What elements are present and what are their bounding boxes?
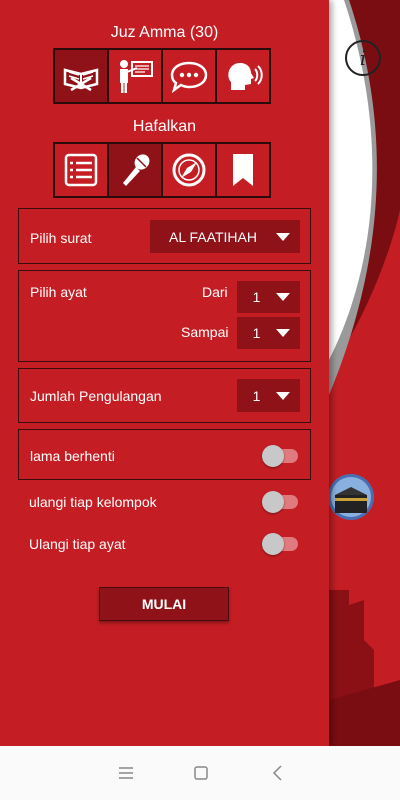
section-title-juz: Juz Amma (30) bbox=[110, 24, 219, 41]
toggle-thumb bbox=[262, 491, 284, 513]
teach-button[interactable] bbox=[107, 48, 163, 104]
chevron-down-icon bbox=[276, 329, 290, 337]
system-nav-bar bbox=[0, 746, 400, 800]
microphone-icon bbox=[123, 154, 150, 186]
settings-drawer: Juz Amma (30) Hafalkan Pilih surat AL FA… bbox=[0, 0, 329, 746]
verse-repeat-toggle[interactable] bbox=[262, 533, 300, 555]
from-ayat-value: 1 bbox=[252, 289, 261, 305]
ayat-label: Pilih ayat bbox=[30, 284, 87, 300]
group-repeat-toggle[interactable] bbox=[262, 491, 300, 513]
surah-value: AL FAATIHAH bbox=[169, 228, 257, 245]
speaking-head-icon bbox=[228, 63, 263, 90]
bookmark-icon bbox=[233, 154, 253, 186]
toggle-thumb bbox=[262, 533, 284, 555]
compass-icon bbox=[172, 153, 206, 187]
from-label: Dari bbox=[202, 284, 228, 300]
info-icon-glyph: i bbox=[359, 46, 367, 70]
repeat-value: 1 bbox=[252, 387, 261, 404]
surah-panel: Pilih surat AL FAATIHAH bbox=[18, 208, 311, 264]
chat-bubble-icon bbox=[170, 61, 208, 94]
teacher-board-icon bbox=[120, 60, 153, 93]
group-repeat-label: ulangi tiap kelompok bbox=[29, 494, 157, 510]
memorize-icon-row bbox=[53, 142, 271, 198]
pause-panel: lama berhenti bbox=[18, 429, 311, 480]
surah-dropdown[interactable]: AL FAATIHAH bbox=[150, 220, 300, 253]
chevron-down-icon bbox=[276, 293, 290, 301]
kaaba-logo-icon bbox=[328, 474, 374, 520]
pause-toggle[interactable] bbox=[262, 445, 300, 467]
read-quran-button[interactable] bbox=[53, 48, 109, 104]
repeat-label: Jumlah Pengulangan bbox=[30, 388, 162, 404]
section-title-memorize: Hafalkan bbox=[132, 118, 197, 135]
start-button[interactable]: MULAI bbox=[99, 587, 229, 621]
repeat-dropdown[interactable]: 1 bbox=[237, 379, 300, 412]
to-ayat-value: 1 bbox=[252, 325, 261, 341]
surah-label: Pilih surat bbox=[30, 230, 92, 246]
repeat-panel: Jumlah Pengulangan 1 bbox=[18, 368, 311, 423]
test-button[interactable] bbox=[161, 142, 217, 198]
surah-list-button[interactable] bbox=[53, 142, 109, 198]
back-icon[interactable] bbox=[269, 764, 287, 782]
from-ayat-dropdown[interactable]: 1 bbox=[237, 281, 300, 313]
menu-icon[interactable] bbox=[117, 764, 135, 782]
bookmark-button[interactable] bbox=[215, 142, 271, 198]
home-icon[interactable] bbox=[192, 764, 210, 782]
chevron-down-icon bbox=[276, 391, 290, 400]
mode-icon-row bbox=[53, 48, 271, 104]
verse-repeat-label: Ulangi tiap ayat bbox=[29, 536, 126, 552]
to-label: Sampai bbox=[181, 324, 229, 340]
toggle-thumb bbox=[262, 445, 284, 467]
info-icon[interactable]: i bbox=[345, 40, 381, 76]
chevron-down-icon bbox=[276, 232, 290, 241]
to-ayat-dropdown[interactable]: 1 bbox=[237, 317, 300, 349]
discussion-button[interactable] bbox=[161, 48, 217, 104]
pause-label: lama berhenti bbox=[30, 448, 115, 464]
background-panel bbox=[329, 0, 400, 746]
list-icon bbox=[64, 153, 98, 187]
quran-book-icon bbox=[63, 68, 99, 92]
ayat-panel: Pilih ayat Dari 1 Sampai 1 bbox=[18, 270, 311, 362]
recite-button[interactable] bbox=[215, 48, 271, 104]
record-button[interactable] bbox=[107, 142, 163, 198]
